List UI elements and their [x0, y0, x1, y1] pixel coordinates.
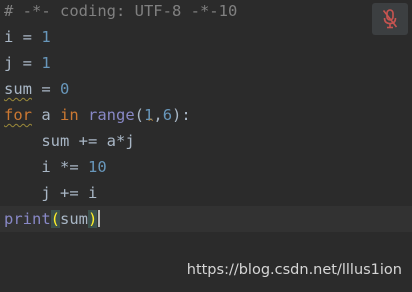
number-literal: 0: [60, 80, 70, 98]
statement-i: i *=: [41, 158, 88, 176]
number-literal: 1: [41, 28, 51, 46]
inspection-warning-icon: ^: [148, 118, 154, 128]
code-line-4[interactable]: for a in range(1,6):: [4, 102, 191, 128]
var-sum-shadow-warning: sum: [4, 80, 32, 98]
statement-j: j += i: [41, 184, 98, 202]
code-line-7[interactable]: j += i: [4, 180, 97, 206]
comma: ,: [153, 106, 163, 124]
var-a: a: [32, 106, 60, 124]
code-line-5[interactable]: sum += a*j: [4, 128, 135, 154]
code-line-2[interactable]: j = 1: [4, 50, 51, 76]
builtin-range: range: [78, 106, 135, 124]
assign-op: =: [13, 54, 42, 72]
keyword-for: for: [4, 106, 32, 124]
code-line-3[interactable]: sum = 0: [4, 76, 69, 102]
arg-sum: sum: [60, 210, 89, 228]
statement-sum: sum += a*j: [41, 132, 135, 150]
text-caret: [98, 210, 101, 227]
var-j: j: [4, 54, 14, 72]
paren-open-matched: (: [50, 210, 61, 228]
builtin-print: print: [4, 210, 51, 228]
assign-op: =: [13, 28, 42, 46]
paren-close-matched: ): [88, 210, 98, 228]
mic-muted-icon: [382, 9, 398, 29]
paren-open: (: [134, 106, 145, 124]
code-line-1[interactable]: i = 1: [4, 24, 51, 50]
coding-comment-line[interactable]: # -*- coding: UTF-8 -*-10: [4, 0, 237, 24]
code-line-8[interactable]: print(sum): [4, 206, 101, 232]
keyword-in: in: [60, 106, 79, 124]
number-literal: 1: [41, 54, 51, 72]
code-editor[interactable]: # -*- coding: UTF-8 -*-10 i = 1 j = 1 su…: [0, 0, 412, 292]
var-i: i: [4, 28, 14, 46]
watermark-url: https://blog.csdn.net/lllus1ion: [186, 262, 402, 278]
mic-toggle-button[interactable]: [372, 3, 408, 35]
paren-close-colon: ):: [172, 106, 191, 124]
number-literal: 10: [88, 158, 107, 176]
assign-op: =: [32, 80, 60, 98]
number-literal: 6: [162, 106, 173, 124]
code-line-6[interactable]: i *= 10: [4, 154, 107, 180]
